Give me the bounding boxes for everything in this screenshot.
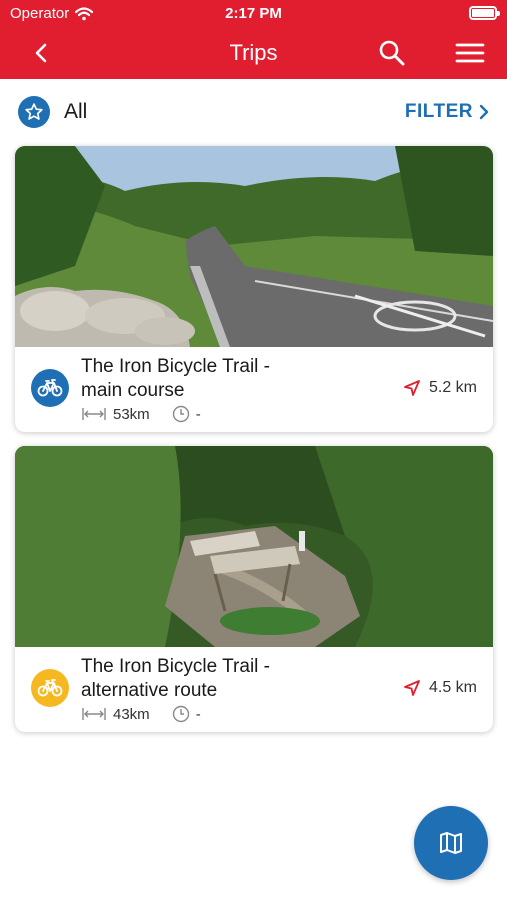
nav-row: Trips (0, 28, 507, 78)
chevron-right-icon (479, 104, 489, 120)
favorites-toggle[interactable] (18, 96, 50, 128)
trip-category-badge (31, 669, 69, 707)
clock-icon (172, 405, 189, 423)
trip-name: The Iron Bicycle Trail - main course (81, 355, 371, 403)
search-icon (379, 40, 405, 66)
status-bar: Operator 2:17 PM (0, 0, 507, 28)
trip-length: 53km (113, 405, 150, 423)
trip-distance: 4.5 km (403, 679, 477, 697)
location-arrow-icon (404, 380, 420, 396)
trip-name-line2: main course (81, 380, 185, 401)
trip-info: The Iron Bicycle Trail - main course 53k… (15, 347, 493, 432)
star-icon (25, 103, 43, 120)
category-all-label[interactable]: All (64, 100, 87, 124)
trip-photo (15, 446, 493, 647)
length-icon (82, 708, 106, 720)
trip-name: The Iron Bicycle Trail - alternative rou… (81, 655, 371, 703)
map-view-button[interactable] (414, 806, 488, 880)
filter-label: FILTER (404, 101, 473, 122)
trip-name-line2: alternative route (81, 680, 218, 701)
trip-card[interactable]: The Iron Bicycle Trail - alternative rou… (15, 446, 493, 732)
trip-meta: 43km - (81, 705, 201, 723)
trip-meta: 53km - (81, 405, 201, 423)
bicycle-icon (37, 379, 63, 397)
trip-info: The Iron Bicycle Trail - alternative rou… (15, 647, 493, 732)
hamburger-menu-icon (455, 43, 485, 63)
location-arrow-icon (404, 680, 420, 696)
clock-icon (172, 705, 189, 723)
top-bar: Operator 2:17 PM Trips (0, 0, 507, 79)
trip-duration: - (195, 405, 201, 423)
trip-card[interactable]: The Iron Bicycle Trail - main course 53k… (15, 146, 493, 432)
trip-duration: - (195, 705, 201, 723)
bicycle-icon (37, 679, 63, 697)
map-icon (440, 832, 462, 854)
filter-button[interactable]: FILTER (405, 101, 489, 123)
clock: 2:17 PM (225, 5, 282, 22)
battery-icon (469, 6, 500, 20)
trip-photo (15, 146, 493, 347)
trip-distance: 5.2 km (403, 379, 477, 397)
page-title: Trips (229, 40, 278, 65)
trip-distance-value: 4.5 km (428, 679, 477, 696)
trip-distance-value: 5.2 km (428, 379, 477, 396)
length-icon (82, 408, 106, 420)
menu-button[interactable] (453, 38, 487, 68)
filter-bar: All FILTER (0, 79, 507, 145)
trip-name-line1: The Iron Bicycle Trail - (81, 356, 270, 377)
trip-name-line1: The Iron Bicycle Trail - (81, 656, 270, 677)
trip-length: 43km (113, 705, 150, 723)
trip-category-badge (31, 369, 69, 407)
search-button[interactable] (377, 38, 407, 68)
